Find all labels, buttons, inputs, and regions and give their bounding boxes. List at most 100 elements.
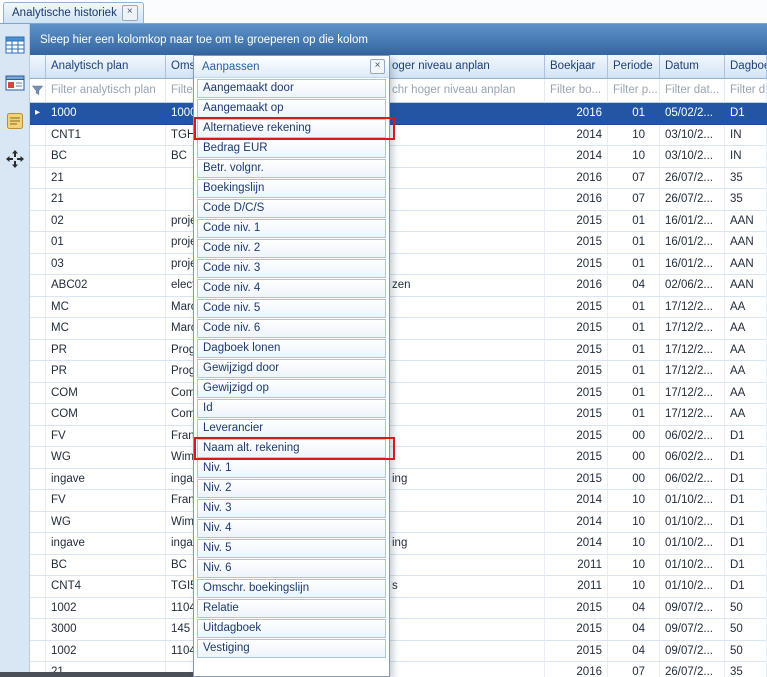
field-list-item[interactable]: Code D/C/S [197,199,386,218]
field-list-item[interactable]: Vestiging [197,639,386,658]
cell-dagboek[interactable]: D1 [725,490,767,512]
cell-periode[interactable]: 04 [608,598,660,620]
cell-plan[interactable]: 1002 [46,598,166,620]
cell-plan[interactable]: FV [46,490,166,512]
cell-boekjaar[interactable]: 2016 [545,168,608,190]
cell-boekjaar[interactable]: 2015 [545,232,608,254]
table-row[interactable]: WGWim20141001/10/2...D1 [30,512,767,534]
cell-periode[interactable]: 01 [608,318,660,340]
cell-boekjaar[interactable]: 2016 [545,662,608,677]
field-list-item[interactable]: Gewijzigd op [197,379,386,398]
field-list-item[interactable]: Relatie [197,599,386,618]
cell-plan[interactable]: ingave [46,533,166,555]
column-header-boekjaar[interactable]: Boekjaar [545,55,608,79]
cell-periode[interactable]: 00 [608,469,660,491]
cell-plan[interactable]: 3000 [46,619,166,641]
cell-periode[interactable]: 10 [608,146,660,168]
cell-periode[interactable]: 00 [608,426,660,448]
cell-datum[interactable]: 06/02/2... [660,426,725,448]
field-list-item[interactable]: Boekingslijn [197,179,386,198]
cell-datum[interactable]: 16/01/2... [660,232,725,254]
table-row[interactable]: 2120160726/07/2...35 [30,168,767,190]
column-header-datum[interactable]: Datum [660,55,725,79]
table-row[interactable]: 02proje20150116/01/2...AAN [30,211,767,233]
table-row[interactable]: 2120160726/07/2...35 [30,189,767,211]
cell-dagboek[interactable]: 50 [725,619,767,641]
cell-boekjaar[interactable]: 2015 [545,340,608,362]
sidebar-grid-button[interactable] [2,32,28,58]
cell-datum[interactable]: 26/07/2... [660,168,725,190]
cell-boekjaar[interactable]: 2015 [545,254,608,276]
cell-periode[interactable]: 07 [608,189,660,211]
cell-periode[interactable]: 07 [608,662,660,677]
cell-boekjaar[interactable]: 2015 [545,469,608,491]
table-row[interactable]: WGWim20150006/02/2...D1 [30,447,767,469]
field-list-item[interactable]: Niv. 5 [197,539,386,558]
cell-boekjaar[interactable]: 2015 [545,383,608,405]
table-row[interactable]: FVFran20141001/10/2...D1 [30,490,767,512]
cell-datum[interactable]: 17/12/2... [660,361,725,383]
filter-cell-boekjaar[interactable]: Filter bo... [545,79,608,103]
cell-plan[interactable]: ingave [46,469,166,491]
cell-boekjaar[interactable]: 2011 [545,576,608,598]
cell-datum[interactable]: 16/01/2... [660,211,725,233]
cell-periode[interactable]: 01 [608,232,660,254]
table-row[interactable]: 01proje20150116/01/2...AAN [30,232,767,254]
cell-dagboek[interactable]: D1 [725,469,767,491]
cell-plan[interactable]: WG [46,447,166,469]
field-list-item[interactable]: Uitdagboek [197,619,386,638]
cell-plan[interactable]: PR [46,361,166,383]
table-row[interactable]: ▸1000100020160105/02/2...D1 [30,103,767,125]
field-list-item[interactable]: Code niv. 6 [197,319,386,338]
table-row[interactable]: ingaveingaving20141001/10/2...D1 [30,533,767,555]
cell-plan[interactable]: COM [46,383,166,405]
cell-datum[interactable]: 16/01/2... [660,254,725,276]
field-list-item[interactable]: Dagboek lonen [197,339,386,358]
cell-datum[interactable]: 17/12/2... [660,404,725,426]
filter-cell-periode[interactable]: Filter p... [608,79,660,103]
cell-datum[interactable]: 09/07/2... [660,598,725,620]
cell-boekjaar[interactable]: 2014 [545,533,608,555]
field-list-item[interactable]: Niv. 1 [197,459,386,478]
cell-plan[interactable]: PR [46,340,166,362]
cell-datum[interactable]: 17/12/2... [660,318,725,340]
cell-plan[interactable]: ABC02 [46,275,166,297]
cell-periode[interactable]: 10 [608,533,660,555]
sidebar-panel-button[interactable] [2,70,28,96]
cell-periode[interactable]: 01 [608,103,660,125]
cell-dagboek[interactable]: D1 [725,576,767,598]
cell-datum[interactable]: 01/10/2... [660,533,725,555]
cell-periode[interactable]: 04 [608,619,660,641]
cell-datum[interactable]: 02/06/2... [660,275,725,297]
table-row[interactable]: COMCom20150117/12/2...AA [30,383,767,405]
cell-datum[interactable]: 01/10/2... [660,512,725,534]
cell-plan[interactable]: CNT1 [46,125,166,147]
table-row[interactable]: CNT1TGH20141003/10/2...IN [30,125,767,147]
cell-dagboek[interactable]: IN [725,146,767,168]
cell-dagboek[interactable]: AA [725,318,767,340]
cell-plan[interactable]: MC [46,318,166,340]
field-list-item[interactable]: Niv. 3 [197,499,386,518]
field-list-item[interactable]: Niv. 2 [197,479,386,498]
cell-plan[interactable]: 01 [46,232,166,254]
cell-boekjaar[interactable]: 2016 [545,103,608,125]
field-list-item[interactable]: Code niv. 4 [197,279,386,298]
group-by-panel[interactable]: Sleep hier een kolomkop naar toe om te g… [30,24,767,55]
field-list-item[interactable]: Betr. volgnr. [197,159,386,178]
filter-cell-datum[interactable]: Filter dat... [660,79,725,103]
cell-boekjaar[interactable]: 2015 [545,361,608,383]
cell-boekjaar[interactable]: 2015 [545,426,608,448]
cell-datum[interactable]: 01/10/2... [660,576,725,598]
table-row[interactable]: PRProg20150117/12/2...AA [30,340,767,362]
cell-dagboek[interactable]: D1 [725,512,767,534]
cell-datum[interactable]: 06/02/2... [660,469,725,491]
table-row[interactable]: MCMarc20150117/12/2...AA [30,297,767,319]
field-list-item[interactable]: Gewijzigd door [197,359,386,378]
cell-dagboek[interactable]: AA [725,340,767,362]
cell-boekjaar[interactable]: 2011 [545,555,608,577]
cell-dagboek[interactable]: D1 [725,103,767,125]
cell-plan[interactable]: 02 [46,211,166,233]
field-list-item[interactable]: Leverancier [197,419,386,438]
cell-plan[interactable]: BC [46,146,166,168]
column-header-periode[interactable]: Periode [608,55,660,79]
